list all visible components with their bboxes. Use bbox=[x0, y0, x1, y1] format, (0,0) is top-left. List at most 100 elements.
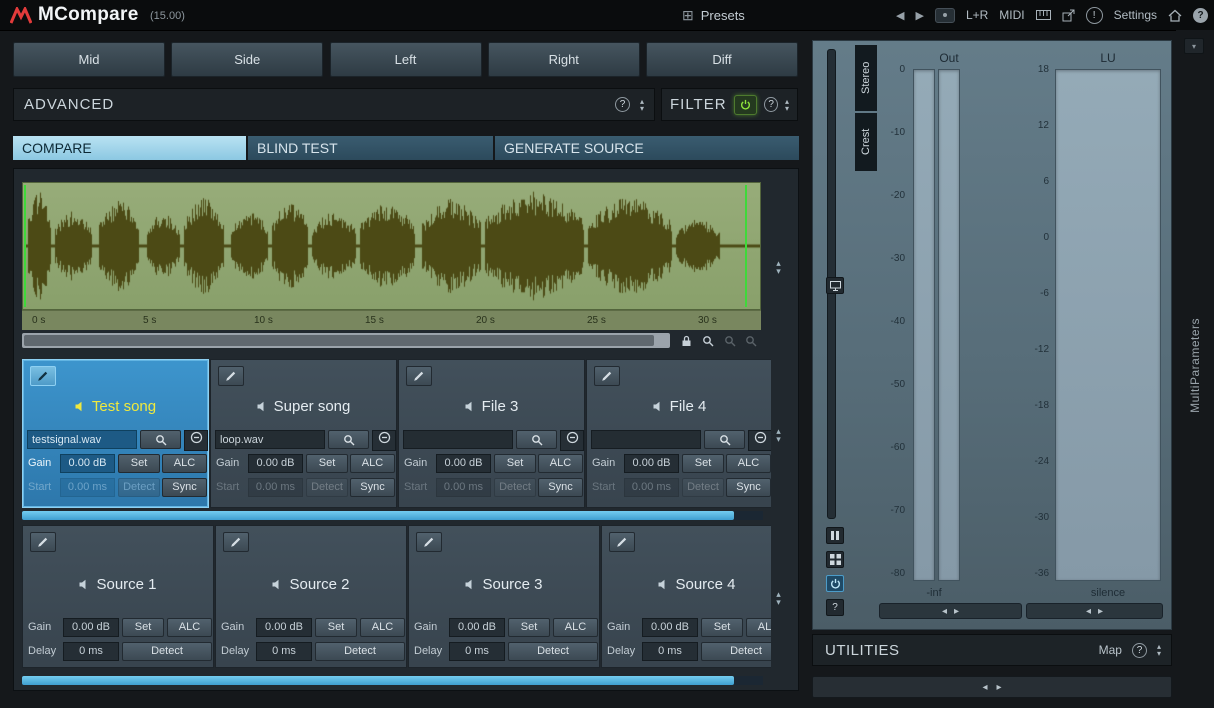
midi-button[interactable]: MIDI bbox=[999, 8, 1024, 22]
multiparameters-strip[interactable]: ▾ MultiParameters bbox=[1176, 30, 1214, 708]
file-slots-resize-grip[interactable]: ▴▾ bbox=[766, 359, 791, 510]
undock-icon[interactable] bbox=[1062, 9, 1075, 22]
alc-button[interactable]: ALC bbox=[538, 454, 583, 473]
zoom-in-icon[interactable] bbox=[722, 334, 738, 348]
edit-name-icon[interactable] bbox=[416, 532, 442, 552]
alc-button[interactable]: ALC bbox=[360, 618, 405, 637]
advanced-section-header[interactable]: ADVANCED ? ▴▾ bbox=[13, 88, 655, 121]
expand-multiparameters-icon[interactable]: ▾ bbox=[1184, 38, 1204, 54]
utilities-help-icon[interactable]: ? bbox=[1132, 643, 1147, 658]
file-slot-3[interactable]: File 3 Gain 0.00 dB Set ALC Start 0.00 m… bbox=[398, 359, 585, 508]
alc-button[interactable]: ALC bbox=[553, 618, 598, 637]
gain-value[interactable]: 0.00 dB bbox=[642, 618, 698, 637]
filter-help-icon[interactable]: ? bbox=[764, 97, 778, 112]
set-button[interactable]: Set bbox=[508, 618, 550, 637]
alc-button[interactable]: ALC bbox=[726, 454, 771, 473]
gain-value[interactable]: 0.00 dB bbox=[256, 618, 312, 637]
set-button[interactable]: Set bbox=[701, 618, 743, 637]
source-slot-4[interactable]: Source 4 Gain 0.00 dB Set ALC Delay 0 ms… bbox=[601, 525, 771, 668]
set-button[interactable]: Set bbox=[118, 454, 160, 473]
file-slot-test-song[interactable]: Test song Gain 0.00 dB Set ALC Start 0.0… bbox=[22, 359, 209, 508]
keyboard-icon[interactable] bbox=[1036, 10, 1051, 20]
filter-section-header[interactable]: FILTER ? ▴▾ bbox=[661, 88, 798, 121]
alc-button[interactable]: ALC bbox=[167, 618, 212, 637]
waveform-resize-grip[interactable]: ▴▾ bbox=[766, 182, 791, 352]
tab-compare[interactable]: COMPARE bbox=[13, 136, 246, 160]
advanced-collapse-icon[interactable]: ▴▾ bbox=[640, 98, 644, 112]
source-slots-scrollbar[interactable] bbox=[22, 676, 763, 685]
source-slots-resize-grip[interactable]: ▴▾ bbox=[766, 525, 791, 670]
info-icon[interactable]: ! bbox=[1086, 7, 1103, 24]
browse-file-icon[interactable] bbox=[516, 430, 557, 449]
sync-button[interactable]: Sync bbox=[726, 478, 771, 497]
edit-name-icon[interactable] bbox=[594, 366, 620, 386]
delay-value[interactable]: 0 ms bbox=[256, 642, 312, 661]
remove-file-icon[interactable] bbox=[372, 430, 396, 451]
edit-name-icon[interactable] bbox=[609, 532, 635, 552]
alc-button[interactable]: ALC bbox=[350, 454, 395, 473]
next-preset-icon[interactable]: ▶ bbox=[915, 9, 923, 22]
help-icon[interactable]: ? bbox=[1193, 8, 1208, 23]
set-button[interactable]: Set bbox=[122, 618, 164, 637]
detect-button[interactable]: Detect bbox=[315, 642, 405, 661]
delay-value[interactable]: 0 ms bbox=[642, 642, 698, 661]
waveform-scroll-track[interactable] bbox=[22, 333, 670, 348]
filename-input[interactable] bbox=[591, 430, 701, 449]
file-slots-scrollbar[interactable] bbox=[22, 511, 763, 520]
out-meter-scrollbar[interactable]: ◂▸ bbox=[879, 603, 1022, 619]
source-slot-1[interactable]: Source 1 Gain 0.00 dB Set ALC Delay 0 ms… bbox=[22, 525, 214, 668]
filter-power-icon[interactable] bbox=[734, 95, 758, 115]
filename-input[interactable] bbox=[403, 430, 513, 449]
scroll-right-icon[interactable]: ▸ bbox=[997, 682, 1002, 693]
delay-value[interactable]: 0 ms bbox=[449, 642, 505, 661]
waveform-scroll-thumb[interactable] bbox=[24, 335, 654, 346]
advanced-help-icon[interactable]: ? bbox=[615, 97, 630, 112]
snapshot-icon[interactable] bbox=[935, 8, 955, 23]
loop-start-marker[interactable] bbox=[24, 185, 26, 307]
gain-value[interactable]: 0.00 dB bbox=[248, 454, 303, 473]
remove-file-icon[interactable] bbox=[560, 430, 584, 451]
gain-value[interactable]: 0.00 dB bbox=[624, 454, 679, 473]
zoom-icon[interactable] bbox=[700, 334, 716, 348]
source-slots-scroll-thumb[interactable] bbox=[22, 676, 734, 685]
edit-name-icon[interactable] bbox=[30, 366, 56, 386]
file-slot-4[interactable]: File 4 Gain 0.00 dB Set ALC Start 0.00 m… bbox=[586, 359, 771, 508]
set-button[interactable]: Set bbox=[306, 454, 348, 473]
channel-side-button[interactable]: Side bbox=[171, 42, 323, 77]
waveform-display[interactable] bbox=[22, 182, 761, 310]
filename-input[interactable] bbox=[215, 430, 325, 449]
browse-file-icon[interactable] bbox=[704, 430, 745, 449]
tab-generate-source[interactable]: GENERATE SOURCE bbox=[495, 136, 799, 160]
filter-collapse-icon[interactable]: ▴▾ bbox=[785, 98, 789, 112]
zoom-out-icon[interactable] bbox=[743, 334, 759, 348]
utilities-section-header[interactable]: UTILITIES Map ? ▴▾ bbox=[812, 634, 1172, 666]
gain-value[interactable]: 0.00 dB bbox=[63, 618, 119, 637]
sync-button[interactable]: Sync bbox=[350, 478, 395, 497]
set-button[interactable]: Set bbox=[494, 454, 536, 473]
detect-button[interactable]: Detect bbox=[508, 642, 598, 661]
edit-name-icon[interactable] bbox=[218, 366, 244, 386]
loop-end-marker[interactable] bbox=[745, 185, 747, 307]
file-slots-scroll-thumb[interactable] bbox=[22, 511, 734, 520]
map-button[interactable]: Map bbox=[1099, 643, 1122, 657]
settings-button[interactable]: Settings bbox=[1114, 8, 1157, 22]
gain-value[interactable]: 0.00 dB bbox=[60, 454, 115, 473]
file-slot-super-song[interactable]: Super song Gain 0.00 dB Set ALC Start 0.… bbox=[210, 359, 397, 508]
previous-preset-icon[interactable]: ◀ bbox=[896, 9, 904, 22]
browse-file-icon[interactable] bbox=[328, 430, 369, 449]
sync-button[interactable]: Sync bbox=[538, 478, 583, 497]
remove-file-icon[interactable] bbox=[184, 430, 208, 451]
gain-value[interactable]: 0.00 dB bbox=[436, 454, 491, 473]
lu-meter-scrollbar[interactable]: ◂▸ bbox=[1026, 603, 1163, 619]
gain-value[interactable]: 0.00 dB bbox=[449, 618, 505, 637]
filename-input[interactable] bbox=[27, 430, 137, 449]
delay-value[interactable]: 0 ms bbox=[63, 642, 119, 661]
browse-file-icon[interactable] bbox=[140, 430, 181, 449]
alc-button[interactable]: ALC bbox=[162, 454, 207, 473]
lock-icon[interactable] bbox=[678, 334, 694, 348]
panel-bottom-scrollbar[interactable]: ◂ ▸ bbox=[812, 676, 1172, 698]
edit-name-icon[interactable] bbox=[30, 532, 56, 552]
channel-mid-button[interactable]: Mid bbox=[13, 42, 165, 77]
edit-name-icon[interactable] bbox=[223, 532, 249, 552]
set-button[interactable]: Set bbox=[315, 618, 357, 637]
